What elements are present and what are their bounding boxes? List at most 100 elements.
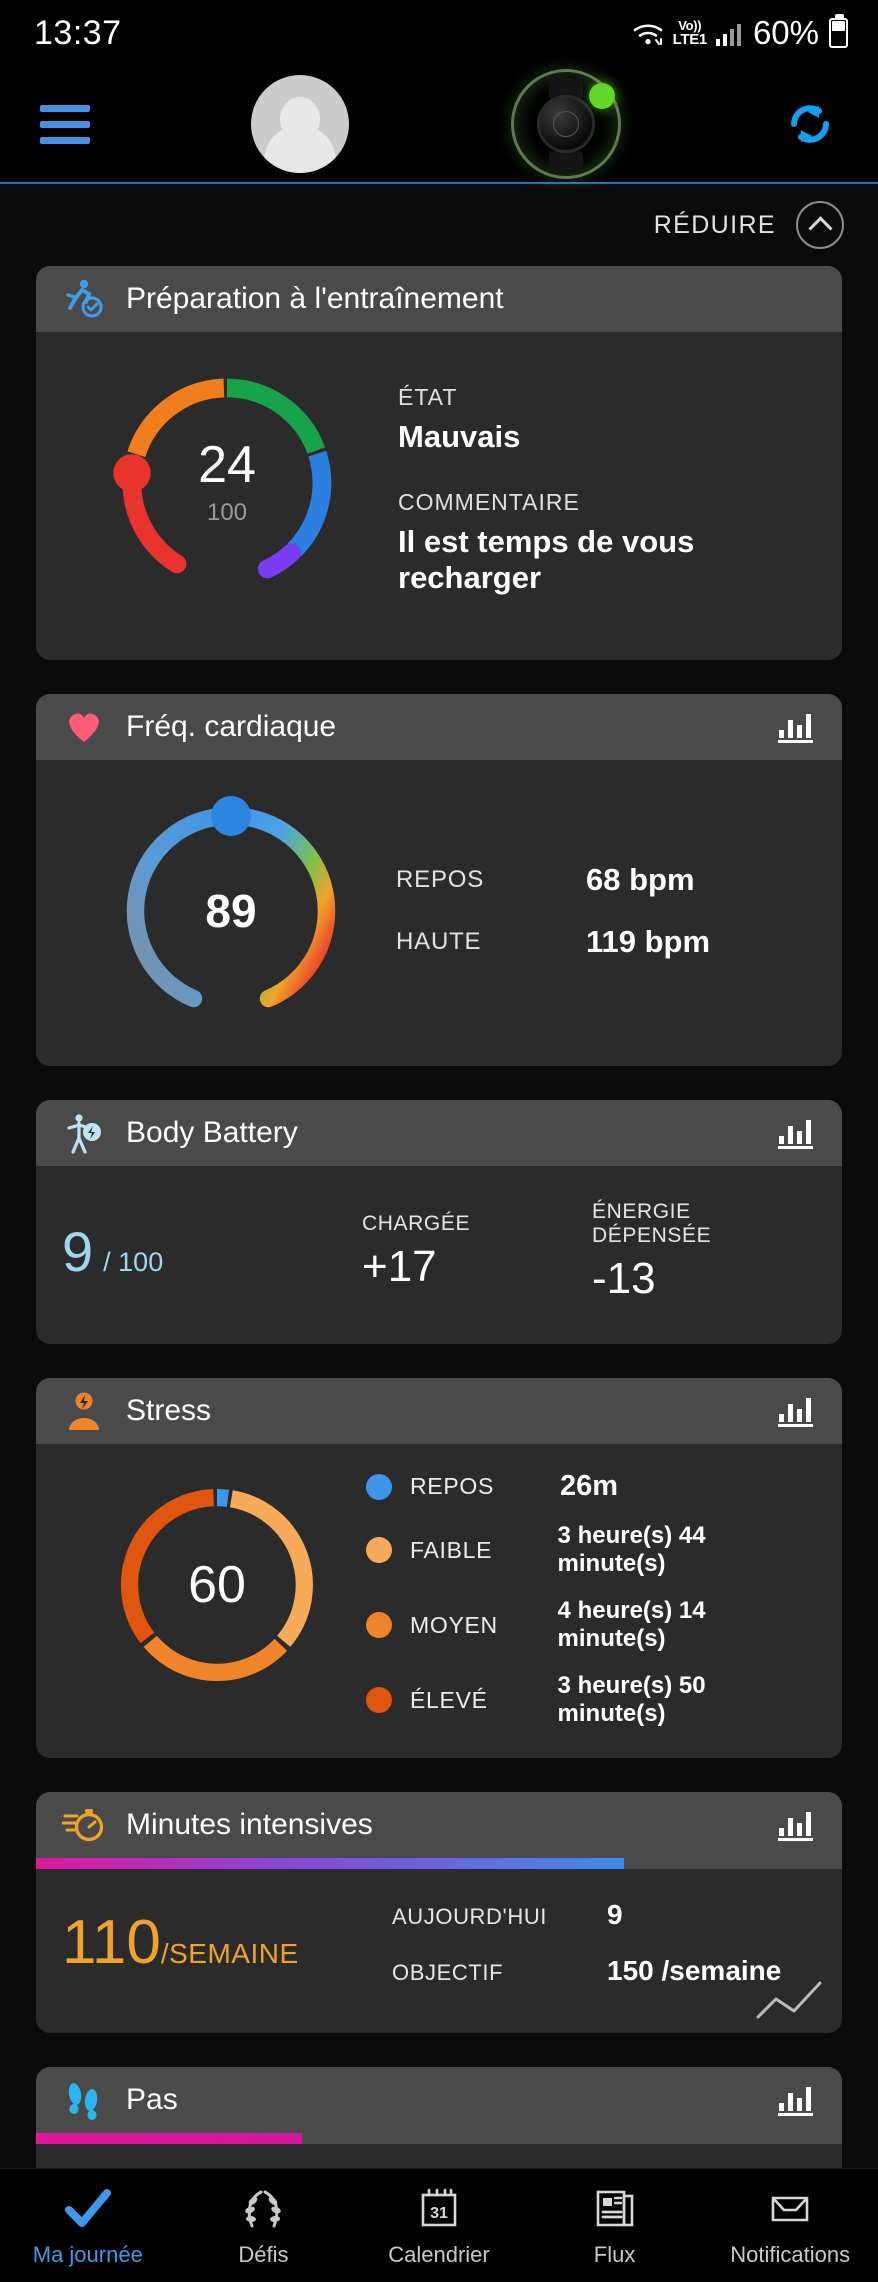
- chevron-up-icon[interactable]: [796, 201, 844, 249]
- card-stress[interactable]: Stress 60 REPOS 26m FAIBLE 3 heure(s) 44…: [36, 1378, 842, 1758]
- body-battery-value: 9: [62, 1220, 94, 1283]
- bar-chart-icon[interactable]: [776, 1808, 816, 1842]
- intensity-main: 110 /SEMAINE: [62, 1912, 392, 1974]
- nav-label: Notifications: [730, 2241, 851, 2267]
- list-item: REPOS 26m: [366, 1470, 816, 1503]
- hr-high-value: 119 bpm: [586, 924, 711, 959]
- comment-label: COMMENTAIRE: [398, 489, 580, 515]
- battery-percent: 60%: [752, 14, 819, 51]
- hr-rest-value: 68 bpm: [586, 862, 695, 897]
- svg-text:31: 31: [430, 2205, 448, 2222]
- nav-item-notifications[interactable]: Notifications: [702, 2184, 878, 2268]
- card-title: Stress: [126, 1394, 212, 1427]
- card-header: Body Battery: [36, 1100, 842, 1166]
- legend-label-faible: FAIBLE: [410, 1536, 493, 1563]
- stress-donut-chart: 60: [92, 1470, 342, 1700]
- nav-label: Calendrier: [388, 2241, 490, 2267]
- intensity-progress-bar: [36, 1858, 842, 1869]
- intensity-stats: AUJOURD'HUI 9 OBJECTIF 150 /semaine: [392, 1899, 816, 1987]
- stopwatch-icon: [62, 1803, 106, 1847]
- state-value: Mauvais: [398, 419, 521, 454]
- legend-label-moyen: MOYEN: [410, 1611, 498, 1638]
- body-battery-spent: ÉNERGIE DÉPENSÉE -13: [592, 1200, 816, 1304]
- card-steps[interactable]: Pas: [36, 2067, 842, 2184]
- goal-label: OBJECTIF: [392, 1960, 504, 1985]
- card-body: 24 100 ÉTAT Mauvais COMMENTAIRE Il est t…: [36, 332, 842, 660]
- footsteps-icon: [62, 2078, 106, 2122]
- list-item: ÉLEVÉ 3 heure(s) 50 minute(s): [366, 1672, 816, 1728]
- bottom-navigation: Ma journée Défis 31 Calendrier Flux Noti…: [0, 2168, 878, 2282]
- newsfeed-icon: [593, 2184, 637, 2230]
- nav-item-flux[interactable]: Flux: [527, 2184, 703, 2268]
- list-item: AUJOURD'HUI 9: [392, 1899, 816, 1931]
- card-body: 60 REPOS 26m FAIBLE 3 heure(s) 44 minute…: [36, 1444, 842, 1758]
- running-check-icon: [62, 277, 106, 321]
- today-label: AUJOURD'HUI: [392, 1904, 548, 1929]
- legend-label-eleve: ÉLEVÉ: [410, 1686, 488, 1713]
- nav-item-ma-journee[interactable]: Ma journée: [0, 2184, 176, 2268]
- state-label: ÉTAT: [398, 384, 458, 410]
- card-header: Stress: [36, 1378, 842, 1444]
- card-body-battery[interactable]: Body Battery 9 / 100 CHARGÉE +17 ÉNERGIE…: [36, 1100, 842, 1344]
- bar-chart-icon[interactable]: [776, 1394, 816, 1428]
- wifi-icon: [633, 24, 662, 45]
- volte-bottom-label: LTE1: [672, 31, 708, 48]
- charged-value: +17: [362, 1242, 437, 1291]
- signal-bars-icon: [715, 24, 741, 46]
- list-item: FAIBLE 3 heure(s) 44 minute(s): [366, 1522, 816, 1578]
- hamburger-menu-icon[interactable]: [40, 104, 90, 144]
- card-title: Fréq. cardiaque: [126, 710, 337, 743]
- legend-dot-eleve: [366, 1687, 392, 1713]
- status-icons: Vo)) LTE1 60%: [632, 14, 848, 52]
- heart-icon: [62, 705, 106, 749]
- list-item: HAUTE 119 bpm: [396, 924, 816, 960]
- avatar[interactable]: [251, 75, 350, 173]
- status-bar: 13:37 Vo)) LTE1 60%: [0, 0, 878, 66]
- nav-label: Défis: [238, 2241, 289, 2267]
- card-title: Body Battery: [126, 1116, 298, 1149]
- card-header: Fréq. cardiaque: [36, 694, 842, 760]
- scroll-content: RÉDUIRE Préparation à l'entraînement 24 …: [0, 184, 878, 2184]
- bar-chart-icon[interactable]: [776, 2083, 816, 2117]
- card-training-readiness[interactable]: Préparation à l'entraînement 24 100 ÉTAT…: [36, 266, 842, 660]
- body-battery-icon: [62, 1111, 106, 1155]
- nav-item-calendrier[interactable]: 31 Calendrier: [351, 2184, 527, 2268]
- stress-score: 60: [188, 1556, 246, 1614]
- nav-item-defis[interactable]: Défis: [176, 2184, 352, 2268]
- charged-label: CHARGÉE: [362, 1212, 471, 1235]
- sync-refresh-icon[interactable]: [782, 96, 838, 152]
- heart-rate-stats: REPOS 68 bpm HAUTE 119 bpm: [366, 786, 816, 1036]
- comment-value: Il est temps de vous recharger: [398, 524, 695, 595]
- body-battery-max: / 100: [103, 1247, 164, 1277]
- intensity-unit: /SEMAINE: [160, 1938, 299, 1969]
- legend-value-faible: 3 heure(s) 44 minute(s): [557, 1522, 706, 1577]
- check-icon: [64, 2184, 112, 2230]
- watch-device[interactable]: [510, 69, 621, 179]
- nav-label: Ma journée: [32, 2241, 143, 2267]
- stress-person-icon: [62, 1389, 106, 1433]
- device-connected-indicator: [588, 83, 615, 109]
- training-readiness-gauge: 24 100: [92, 358, 362, 608]
- card-header: Pas: [36, 2067, 842, 2133]
- bar-chart-icon[interactable]: [776, 1116, 816, 1150]
- calendar-31-icon: 31: [417, 2184, 461, 2230]
- card-header: Minutes intensives: [36, 1792, 842, 1858]
- laurel-wreath-icon: [240, 2184, 286, 2230]
- card-heart-rate[interactable]: Fréq. cardiaque 89 REPOS 68 bpm HAUTE 11…: [36, 694, 842, 1066]
- card-body: 9 / 100 CHARGÉE +17 ÉNERGIE DÉPENSÉE -13: [36, 1166, 842, 1344]
- body-battery-main: 9 / 100: [62, 1224, 362, 1280]
- bar-chart-icon[interactable]: [776, 710, 816, 744]
- card-title: Préparation à l'entraînement: [126, 282, 504, 315]
- heart-rate-value: 89: [205, 885, 257, 937]
- list-item: REPOS 68 bpm: [396, 862, 816, 898]
- training-readiness-stats: ÉTAT Mauvais COMMENTAIRE Il est temps de…: [362, 358, 816, 630]
- spent-value: -13: [592, 1254, 656, 1303]
- card-title: Minutes intensives: [126, 1808, 373, 1841]
- hr-high-label: HAUTE: [396, 928, 482, 955]
- legend-value-moyen: 4 heure(s) 14 minute(s): [557, 1597, 706, 1652]
- app-header: [0, 66, 878, 184]
- spent-label: ÉNERGIE DÉPENSÉE: [592, 1200, 712, 1247]
- list-item: MOYEN 4 heure(s) 14 minute(s): [366, 1597, 816, 1653]
- stress-legend: REPOS 26m FAIBLE 3 heure(s) 44 minute(s)…: [342, 1470, 816, 1728]
- card-intensity-minutes[interactable]: Minutes intensives 110 /SEMAINE AUJOURD'…: [36, 1792, 842, 2033]
